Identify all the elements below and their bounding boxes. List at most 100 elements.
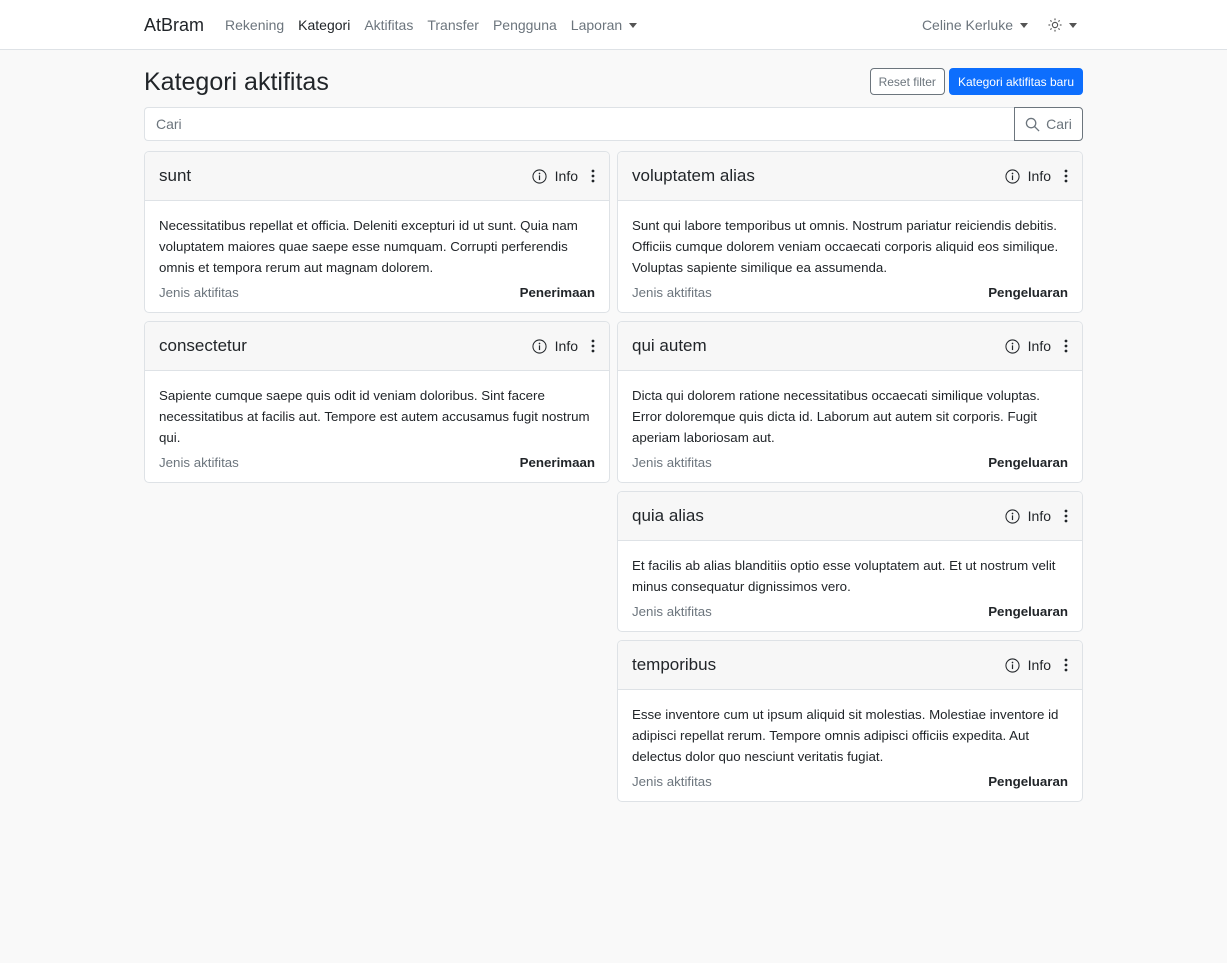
search-bar: Cari <box>144 107 1083 141</box>
kebab-icon <box>591 169 595 183</box>
header-actions: Reset filter Kategori aktifitas baru <box>869 68 1083 95</box>
more-options-button[interactable] <box>1064 658 1068 672</box>
card-footer: Jenis aktifitas Penerimaan <box>159 455 595 470</box>
brand-link[interactable]: AtBram <box>144 15 204 36</box>
activity-type-value: Pengeluaran <box>988 285 1068 300</box>
card-description: Sunt qui labore temporibus ut omnis. Nos… <box>632 218 1059 275</box>
card-footer: Jenis aktifitas Pengeluaran <box>632 455 1068 470</box>
card-description: Sapiente cumque saepe quis odit id venia… <box>159 388 590 445</box>
info-button[interactable]: Info <box>1005 338 1051 354</box>
card-actions: Info <box>1005 338 1068 354</box>
card-actions: Info <box>532 168 595 184</box>
nav-link-pengguna[interactable]: Pengguna <box>493 17 557 33</box>
nav-link-transfer[interactable]: Transfer <box>427 17 479 33</box>
card-title: consectetur <box>159 336 247 355</box>
card-description: Dicta qui dolorem ratione necessitatibus… <box>632 388 1040 445</box>
info-circle-icon <box>532 338 547 354</box>
card-actions: Info <box>1005 657 1068 673</box>
info-button[interactable]: Info <box>1005 508 1051 524</box>
activity-type-value: Pengeluaran <box>988 774 1068 789</box>
card-footer: Jenis aktifitas Pengeluaran <box>632 774 1068 789</box>
category-card: quia alias Info Et facilis ab alias blan… <box>617 491 1083 632</box>
activity-type-label: Jenis aktifitas <box>159 455 239 470</box>
activity-type-value: Pengeluaran <box>988 455 1068 470</box>
more-options-button[interactable] <box>591 169 595 183</box>
nav-link-rekening[interactable]: Rekening <box>225 17 284 33</box>
activity-type-label: Jenis aktifitas <box>632 774 712 789</box>
card-actions: Info <box>532 338 595 354</box>
activity-type-label: Jenis aktifitas <box>632 285 712 300</box>
new-category-button[interactable]: Kategori aktifitas baru <box>948 68 1083 95</box>
info-button[interactable]: Info <box>1005 168 1051 184</box>
kebab-icon <box>591 339 595 353</box>
activity-type-label: Jenis aktifitas <box>159 285 239 300</box>
info-label: Info <box>1027 168 1051 184</box>
more-options-button[interactable] <box>1064 339 1068 353</box>
card-footer: Jenis aktifitas Pengeluaran <box>632 604 1068 619</box>
info-circle-icon <box>1005 168 1020 184</box>
info-button[interactable]: Info <box>532 168 578 184</box>
search-button[interactable]: Cari <box>1014 107 1083 141</box>
card-footer: Jenis aktifitas Pengeluaran <box>632 285 1068 300</box>
card-title: temporibus <box>632 655 717 674</box>
user-name: Celine Kerluke <box>921 17 1013 33</box>
reset-filter-button[interactable]: Reset filter <box>869 68 945 95</box>
card-header: voluptatem alias Info <box>618 152 1082 201</box>
category-card: sunt Info Necessitatibus repellat et off… <box>144 151 610 313</box>
chevron-down-icon <box>1020 23 1028 28</box>
card-actions: Info <box>1005 168 1068 184</box>
nav-dropdown-laporan[interactable]: Laporan <box>571 17 638 33</box>
card-title: voluptatem alias <box>632 166 755 185</box>
search-input[interactable] <box>144 107 1014 141</box>
card-description: Et facilis ab alias blanditiis optio ess… <box>632 558 1056 594</box>
card-footer: Jenis aktifitas Penerimaan <box>159 285 595 300</box>
info-button[interactable]: Info <box>532 338 578 354</box>
kebab-icon <box>1064 169 1068 183</box>
nav-link-kategori[interactable]: Kategori <box>298 17 350 33</box>
search-icon <box>1025 117 1040 132</box>
theme-dropdown[interactable] <box>1048 18 1077 32</box>
card-header: consectetur Info <box>145 322 609 371</box>
card-body: Dicta qui dolorem ratione necessitatibus… <box>618 371 1082 482</box>
more-options-button[interactable] <box>1064 509 1068 523</box>
card-body: Sapiente cumque saepe quis odit id venia… <box>145 371 609 482</box>
card-title: qui autem <box>632 336 707 355</box>
card-header: sunt Info <box>145 152 609 201</box>
info-label: Info <box>1027 508 1051 524</box>
search-button-label: Cari <box>1046 116 1072 132</box>
activity-type-value: Pengeluaran <box>988 604 1068 619</box>
navbar-right: Celine Kerluke <box>922 17 1083 33</box>
kebab-icon <box>1064 509 1068 523</box>
category-card: temporibus Info Esse inventore cum ut ip… <box>617 640 1083 802</box>
chevron-down-icon <box>629 23 638 28</box>
more-options-button[interactable] <box>1064 169 1068 183</box>
card-header: quia alias Info <box>618 492 1082 541</box>
card-header: temporibus Info <box>618 641 1082 690</box>
nav-link-aktifitas[interactable]: Aktifitas <box>364 17 413 33</box>
info-label: Info <box>1027 338 1051 354</box>
user-dropdown[interactable]: Celine Kerluke <box>922 17 1028 33</box>
main-content: Kategori aktifitas Reset filter Kategori… <box>144 50 1083 810</box>
category-card: consectetur Info Sapiente cumque saepe q… <box>144 321 610 483</box>
activity-type-value: Penerimaan <box>519 455 595 470</box>
chevron-down-icon <box>1069 22 1077 28</box>
info-circle-icon <box>1005 657 1020 673</box>
card-body: Sunt qui labore temporibus ut omnis. Nos… <box>618 201 1082 312</box>
more-options-button[interactable] <box>591 339 595 353</box>
info-label: Info <box>554 338 578 354</box>
navbar-container: AtBram Rekening Kategori Aktifitas Trans… <box>144 0 1083 50</box>
card-header: qui autem Info <box>618 322 1082 371</box>
info-label: Info <box>1027 657 1051 673</box>
info-label: Info <box>554 168 578 184</box>
category-card: qui autem Info Dicta qui dolorem ratione… <box>617 321 1083 483</box>
card-actions: Info <box>1005 508 1068 524</box>
info-circle-icon <box>1005 508 1020 524</box>
info-circle-icon <box>1005 338 1020 354</box>
card-description: Necessitatibus repellat et officia. Dele… <box>159 218 578 275</box>
card-body: Esse inventore cum ut ipsum aliquid sit … <box>618 690 1082 801</box>
info-button[interactable]: Info <box>1005 657 1051 673</box>
cards-column-left: sunt Info Necessitatibus repellat et off… <box>144 151 610 810</box>
page-title: Kategori aktifitas <box>144 68 329 96</box>
sun-icon <box>1048 18 1062 32</box>
cards-grid: sunt Info Necessitatibus repellat et off… <box>144 151 1083 810</box>
